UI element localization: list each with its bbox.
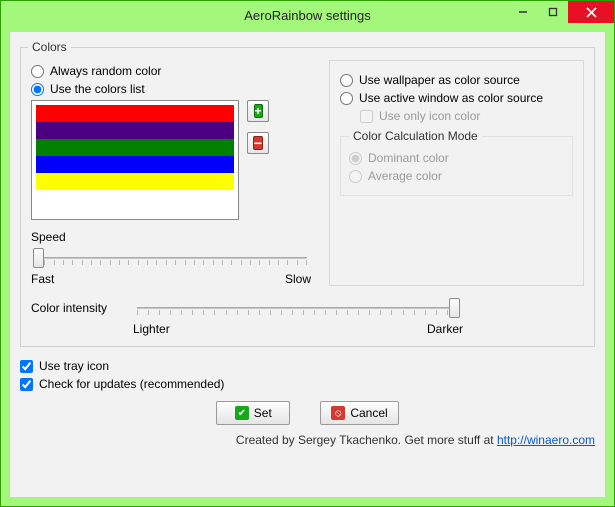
radio-wallpaper-label: Use wallpaper as color source bbox=[359, 73, 520, 87]
checkbox-tray-label: Use tray icon bbox=[39, 359, 109, 373]
app-window: AeroRainbow settings Colors Always rand bbox=[0, 0, 615, 507]
radio-use-list[interactable]: Use the colors list bbox=[31, 82, 311, 96]
radio-always-random-input[interactable] bbox=[31, 65, 44, 78]
speed-slow-label: Slow bbox=[285, 272, 311, 286]
credits-line: Created by Sergey Tkachenko. Get more st… bbox=[20, 433, 595, 447]
credits-text: Created by Sergey Tkachenko. Get more st… bbox=[236, 433, 497, 447]
intensity-darker-label: Darker bbox=[427, 322, 463, 336]
set-button-label: Set bbox=[254, 406, 272, 420]
color-swatch[interactable] bbox=[36, 105, 234, 122]
color-swatch[interactable] bbox=[36, 156, 234, 173]
intensity-slider-thumb[interactable] bbox=[449, 298, 460, 318]
add-color-button[interactable]: + bbox=[247, 100, 269, 122]
radio-active-window-label: Use active window as color source bbox=[359, 91, 543, 105]
cancel-icon: ⦸ bbox=[331, 406, 345, 420]
maximize-button[interactable] bbox=[538, 1, 568, 23]
color-calc-mode-group: Color Calculation Mode Dominant color Av… bbox=[340, 129, 573, 196]
speed-slider[interactable] bbox=[31, 246, 311, 270]
right-column: Use wallpaper as color source Use active… bbox=[329, 60, 584, 286]
titlebar[interactable]: AeroRainbow settings bbox=[1, 1, 614, 29]
remove-color-button[interactable]: − bbox=[247, 132, 269, 154]
colors-group-label: Colors bbox=[28, 40, 71, 54]
checkbox-updates-label: Check for updates (recommended) bbox=[39, 377, 224, 391]
window-buttons bbox=[508, 1, 614, 23]
radio-always-random[interactable]: Always random color bbox=[31, 64, 311, 78]
checkbox-icon-only-label: Use only icon color bbox=[379, 109, 480, 123]
radio-wallpaper-source[interactable]: Use wallpaper as color source bbox=[340, 73, 573, 87]
checkbox-tray-icon[interactable]: Use tray icon bbox=[20, 359, 595, 373]
cancel-button-label: Cancel bbox=[350, 406, 387, 420]
minus-icon: − bbox=[253, 136, 263, 150]
checkbox-updates[interactable]: Check for updates (recommended) bbox=[20, 377, 595, 391]
credits-link[interactable]: http://winaero.com bbox=[497, 433, 595, 447]
intensity-slider[interactable] bbox=[133, 296, 463, 320]
left-column: Always random color Use the colors list … bbox=[31, 60, 311, 286]
client-area: Colors Always random color Use the color… bbox=[9, 31, 606, 498]
plus-icon: + bbox=[254, 104, 263, 118]
check-icon: ✔ bbox=[235, 406, 249, 420]
slider-track bbox=[137, 307, 459, 309]
radio-active-window-source[interactable]: Use active window as color source bbox=[340, 91, 573, 105]
slider-ticks bbox=[137, 310, 459, 316]
minimize-button[interactable] bbox=[508, 1, 538, 23]
checkbox-updates-input[interactable] bbox=[20, 378, 33, 391]
radio-wallpaper-input[interactable] bbox=[340, 74, 353, 87]
speed-slider-thumb[interactable] bbox=[33, 248, 44, 268]
color-swatch[interactable] bbox=[36, 173, 234, 190]
intensity-label: Color intensity bbox=[31, 301, 121, 315]
close-icon bbox=[586, 7, 597, 18]
cancel-button[interactable]: ⦸ Cancel bbox=[320, 401, 398, 425]
color-calc-mode-legend: Color Calculation Mode bbox=[349, 129, 482, 143]
speed-label: Speed bbox=[31, 230, 311, 244]
radio-dominant-input bbox=[349, 152, 362, 165]
radio-average-input bbox=[349, 170, 362, 183]
radio-active-window-input[interactable] bbox=[340, 92, 353, 105]
checkbox-icon-only-input bbox=[360, 110, 373, 123]
close-button[interactable] bbox=[568, 1, 614, 23]
maximize-icon bbox=[548, 7, 558, 17]
radio-dominant-label: Dominant color bbox=[368, 151, 449, 165]
radio-use-list-label: Use the colors list bbox=[50, 82, 145, 96]
colors-group: Colors Always random color Use the color… bbox=[20, 40, 595, 347]
slider-track bbox=[35, 257, 307, 259]
radio-use-list-input[interactable] bbox=[31, 83, 44, 96]
set-button[interactable]: ✔ Set bbox=[216, 401, 290, 425]
checkbox-icon-only: Use only icon color bbox=[360, 109, 573, 123]
color-swatch[interactable] bbox=[36, 139, 234, 156]
radio-always-random-label: Always random color bbox=[50, 64, 161, 78]
radio-dominant: Dominant color bbox=[349, 151, 564, 165]
intensity-lighter-label: Lighter bbox=[133, 322, 170, 336]
minimize-icon bbox=[518, 7, 528, 17]
color-list[interactable] bbox=[31, 100, 239, 220]
radio-average-label: Average color bbox=[368, 169, 442, 183]
speed-fast-label: Fast bbox=[31, 272, 54, 286]
checkbox-tray-input[interactable] bbox=[20, 360, 33, 373]
slider-ticks bbox=[35, 260, 307, 266]
color-swatch[interactable] bbox=[36, 122, 234, 139]
radio-average: Average color bbox=[349, 169, 564, 183]
